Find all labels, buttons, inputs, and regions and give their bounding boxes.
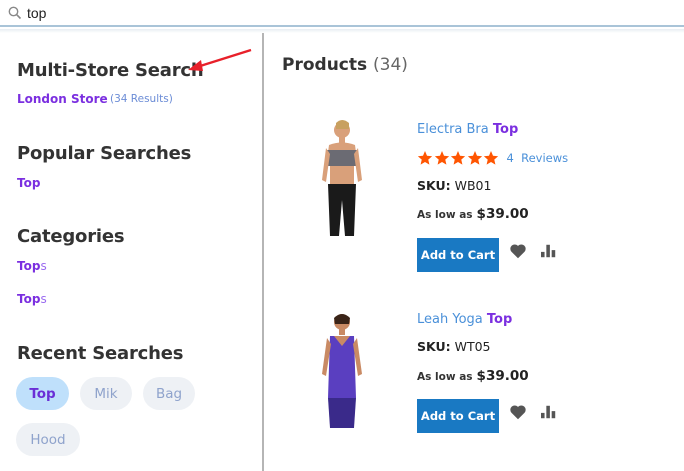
recent-chip-mik[interactable]: Mik <box>80 377 132 410</box>
column-divider <box>262 33 264 471</box>
category-match: Top <box>17 259 41 273</box>
price-label: As low as <box>417 209 473 221</box>
add-to-cart-button[interactable]: Add to Cart <box>417 399 499 433</box>
sku-label: SKU: <box>417 178 451 193</box>
wishlist-heart-icon[interactable] <box>509 243 527 259</box>
category-link-tops[interactable]: Tops <box>17 292 47 306</box>
price-value: $39.00 <box>476 368 529 384</box>
rating-stars: 4 Reviews <box>417 150 568 166</box>
product-name-match: Top <box>492 122 519 137</box>
add-to-cart-button[interactable]: Add to Cart <box>417 238 499 272</box>
product-name-prefix: Electra Bra <box>417 122 493 137</box>
products-count: (34) <box>373 55 408 75</box>
products-title: Products <box>282 55 368 75</box>
product-name-prefix: Leah Yoga <box>417 312 487 327</box>
search-bar <box>0 0 684 27</box>
recent-chip-top[interactable]: Top <box>16 377 69 410</box>
recent-chip-hood[interactable]: Hood <box>16 423 80 456</box>
product-sku: SKU: WT05 <box>417 339 491 354</box>
search-shadow <box>0 29 684 33</box>
star-icon <box>483 151 499 165</box>
category-rest: s <box>40 259 47 273</box>
compare-icon[interactable] <box>540 243 558 259</box>
popular-search-label: Top <box>17 176 41 190</box>
categories-heading: Categories <box>17 226 125 247</box>
star-icon <box>434 151 449 165</box>
star-icon <box>467 151 482 165</box>
product-name-match: Top <box>486 312 513 327</box>
london-store-link[interactable]: London Store <box>17 92 108 106</box>
recent-chip-bag[interactable]: Bag <box>143 377 195 410</box>
search-input[interactable] <box>27 3 667 23</box>
annotation-arrow <box>188 48 252 71</box>
product-name-link[interactable]: Leah Yoga Top <box>417 312 512 327</box>
category-link-tops[interactable]: Tops <box>17 259 47 273</box>
reviews-link[interactable]: 4 Reviews <box>507 151 569 165</box>
popular-search-top[interactable]: Top <box>17 176 40 190</box>
sku-value: WT05 <box>454 339 491 354</box>
category-match: Top <box>17 292 41 306</box>
star-icon <box>417 151 433 165</box>
multi-store-heading: Multi-Store Search <box>17 60 204 81</box>
product-image-electra-bra-top[interactable] <box>312 118 372 238</box>
product-price: As low as $39.00 <box>417 368 529 384</box>
product-sku: SKU: WB01 <box>417 178 491 193</box>
sku-label: SKU: <box>417 339 451 354</box>
star-icon <box>450 151 466 165</box>
product-price: As low as $39.00 <box>417 206 529 222</box>
recent-searches-heading: Recent Searches <box>17 343 184 364</box>
store-results-count: (34 Results) <box>110 93 173 105</box>
products-heading: Products (34) <box>282 55 408 75</box>
compare-icon[interactable] <box>540 404 558 420</box>
product-name-link[interactable]: Electra Bra Top <box>417 122 518 137</box>
category-rest: s <box>40 292 47 306</box>
wishlist-heart-icon[interactable] <box>509 404 527 420</box>
popular-searches-heading: Popular Searches <box>17 143 192 164</box>
price-value: $39.00 <box>476 206 529 222</box>
product-image-leah-yoga-top[interactable] <box>312 310 372 430</box>
sku-value: WB01 <box>454 178 492 193</box>
price-label: As low as <box>417 371 473 383</box>
search-icon <box>8 6 22 20</box>
